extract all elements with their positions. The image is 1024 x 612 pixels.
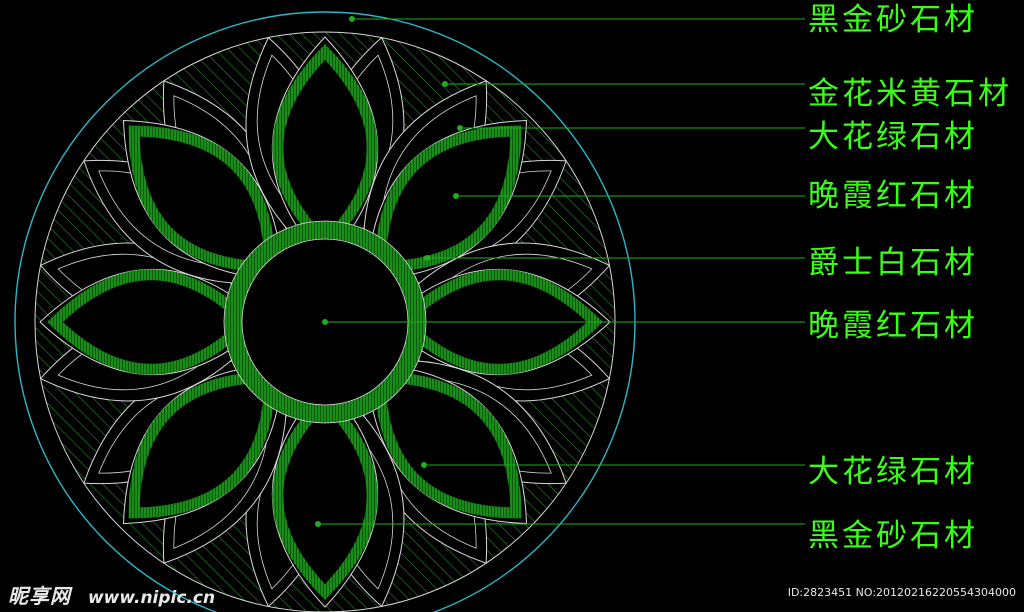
leader-point: [453, 193, 459, 199]
leader-point: [457, 125, 463, 131]
watermark-brand-name: 昵享网: [8, 584, 71, 608]
material-label-5: 爵士白石材: [808, 245, 978, 281]
leader-point: [421, 462, 427, 468]
watermark-brand: 昵享网 www.nipic.cn: [8, 580, 215, 609]
material-label-4: 晚霞红石材: [808, 178, 978, 214]
leader-point: [322, 319, 328, 325]
material-label-1: 黑金砂石材: [808, 2, 978, 38]
material-label-3: 大花绿石材: [808, 119, 978, 155]
watermark-url: www.nipic.cn: [87, 588, 216, 608]
material-label-6: 晚霞红石材: [808, 308, 978, 344]
leader-point: [315, 521, 321, 527]
material-label-7: 大花绿石材: [808, 454, 978, 490]
leader-point: [424, 255, 430, 261]
material-label-2: 金花米黄石材: [808, 76, 1012, 112]
material-label-8: 黑金砂石材: [808, 518, 978, 554]
leader-point: [349, 16, 355, 22]
watermark-id: ID:2823451 NO:20120216220554304000: [787, 586, 1016, 599]
leader-point: [442, 81, 448, 87]
